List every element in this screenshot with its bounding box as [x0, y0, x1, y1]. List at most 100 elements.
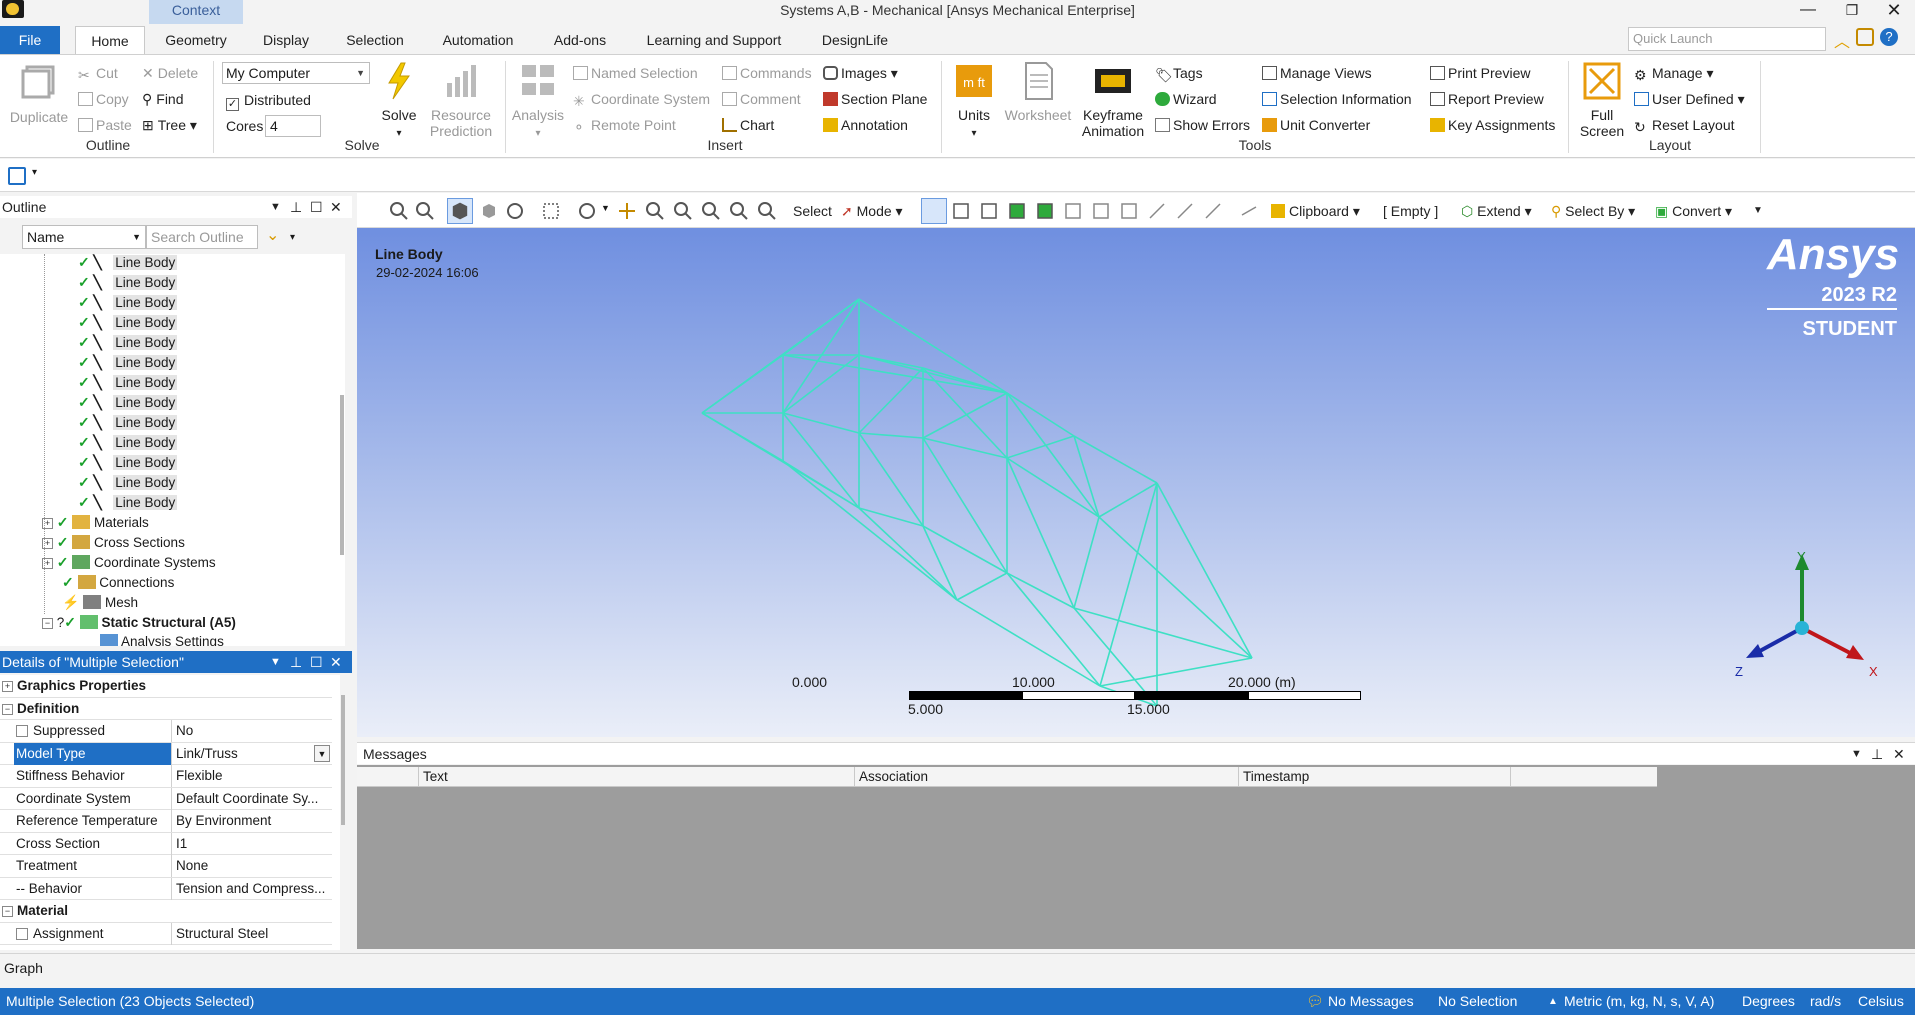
close-icon[interactable]: ✕ [1874, 0, 1914, 20]
select-edge-icon[interactable] [979, 201, 999, 221]
select-mesh-icon[interactable] [1147, 201, 1167, 221]
truss-member[interactable] [1156, 482, 1253, 659]
distributed-checkbox[interactable]: ✓ Distributed [226, 91, 311, 111]
tree-item-static-structural[interactable]: − ?✓ Static Structural (A5) [42, 612, 236, 632]
tree-item-line-body[interactable]: ✓ ╲ Line Body [78, 432, 178, 452]
select-element-face-icon[interactable] [1091, 201, 1111, 221]
collapse-icon[interactable]: − [2, 703, 13, 715]
tree-item-line-body[interactable]: ✓ ╲ Line Body [78, 392, 178, 412]
outline-scrollbar[interactable] [340, 395, 344, 555]
messages-status[interactable]: No Messages [1328, 988, 1414, 1015]
truss-member[interactable] [922, 392, 1008, 439]
collapse-ribbon-icon[interactable]: ︿ [1834, 28, 1850, 52]
details-row[interactable]: Assignment Structural Steel [0, 922, 332, 945]
tab-designlife[interactable]: DesignLife [812, 26, 898, 54]
restore-icon[interactable]: ❐ [1832, 0, 1872, 20]
filter-options-icon[interactable]: ▾ [290, 232, 295, 243]
tree-item-materials[interactable]: + ✓ Materials [42, 512, 149, 532]
tree-item-line-body[interactable]: ✓ ╲ Line Body [78, 292, 178, 312]
panel-menu-icon[interactable]: ▼ [270, 651, 281, 673]
tab-geometry[interactable]: Geometry [160, 26, 232, 54]
convert-button[interactable]: ▣ Convert ▾ [1655, 202, 1732, 220]
pin-icon[interactable]: ⊥ [290, 196, 302, 218]
user-defined-button[interactable]: User Defined ▾ [1634, 90, 1745, 108]
tree-item-line-body[interactable]: ✓ ╲ Line Body [78, 372, 178, 392]
chart-button[interactable]: Chart [722, 116, 774, 134]
truss-member[interactable] [782, 412, 860, 509]
cores-input[interactable]: 4 [265, 115, 321, 137]
details-row[interactable]: Reference Temperature By Environment [0, 810, 332, 833]
find-button[interactable]: ⚲ Find [142, 90, 184, 108]
details-category-row[interactable]: + Graphics Properties [0, 675, 332, 698]
truss-member[interactable] [1006, 572, 1075, 609]
details-value[interactable]: None [174, 855, 332, 877]
details-value[interactable]: Default Coordinate Sy... [174, 788, 332, 810]
tree-item-line-body[interactable]: ✓ ╲ Line Body [78, 352, 178, 372]
select-element-icon[interactable] [1119, 201, 1139, 221]
zoom-icon[interactable] [645, 201, 665, 221]
manage-button[interactable]: ⚙ Manage ▾ [1634, 64, 1714, 83]
coordinate-system-button[interactable]: ✳ Coordinate System [573, 90, 710, 109]
truss-member[interactable] [782, 412, 860, 434]
feedback-icon[interactable] [1856, 28, 1874, 46]
select-by-button[interactable]: ⚲ Select By ▾ [1551, 202, 1635, 220]
close-panel-icon[interactable]: ✕ [1893, 743, 1905, 765]
search-outline-input[interactable]: Search Outline [146, 225, 258, 249]
temperature-unit-status[interactable]: Celsius [1858, 988, 1904, 1015]
details-value[interactable]: Link/Truss ▼ [174, 743, 332, 765]
tab-display[interactable]: Display [256, 26, 316, 54]
details-row[interactable]: Stiffness Behavior Flexible [0, 765, 332, 788]
box-select-icon[interactable] [541, 201, 561, 221]
truss-member[interactable] [1073, 516, 1100, 609]
pin-icon[interactable]: ⊥ [1871, 743, 1883, 765]
details-row[interactable]: Model Type Link/Truss ▼ [0, 742, 332, 765]
select-node-icon[interactable] [1063, 201, 1083, 221]
tree-item-mesh[interactable]: ⚡ Mesh [62, 592, 138, 612]
tab-graph[interactable]: Graph [4, 960, 43, 976]
show-errors-button[interactable]: Show Errors [1155, 116, 1250, 134]
truss-member[interactable] [858, 367, 924, 434]
details-row[interactable]: Treatment None [0, 855, 332, 878]
units-button[interactable]: m ft Units ▾ [948, 61, 1000, 142]
truss-member[interactable] [922, 525, 1008, 574]
panel-menu-icon[interactable]: ▼ [1851, 743, 1862, 765]
clipboard-button[interactable]: Clipboard ▾ [1271, 202, 1360, 220]
truss-member[interactable] [782, 354, 860, 414]
collapse-icon[interactable]: − [42, 618, 53, 629]
mode-button[interactable]: ➚ Mode ▾ [841, 202, 903, 220]
zoom-in-icon[interactable] [415, 201, 435, 221]
select-misc-icon[interactable] [1175, 201, 1195, 221]
details-row[interactable]: Coordinate System Default Coordinate Sy..… [0, 787, 332, 810]
details-value[interactable]: Structural Steel [174, 923, 332, 945]
tab-file[interactable]: File [0, 26, 60, 54]
details-category-row[interactable]: − Definition [0, 698, 332, 720]
full-screen-button[interactable]: Full Screen [1574, 61, 1630, 139]
tree-item-connections[interactable]: ✓ Connections [62, 572, 174, 592]
truss-member[interactable] [782, 460, 860, 509]
wireframe-cube-icon[interactable] [479, 201, 499, 221]
expand-filter-icon[interactable]: ⌄ [266, 225, 279, 245]
truss-member[interactable] [858, 354, 924, 369]
chevron-down-icon[interactable]: ▼ [601, 203, 610, 213]
truss-member[interactable] [782, 298, 860, 414]
solve-button[interactable]: Solve ▾ [374, 61, 424, 142]
toolbar-overflow-icon[interactable]: ▼ [1753, 202, 1763, 220]
worksheet-button[interactable]: Worksheet [1002, 61, 1074, 123]
select-body-icon[interactable] [1035, 201, 1055, 221]
expand-icon[interactable]: + [2, 681, 13, 692]
select-vertex-icon[interactable] [951, 201, 971, 221]
duplicate-button[interactable]: Duplicate [6, 63, 72, 125]
tree-item-analysis-settings[interactable]: Analysis Settings [100, 632, 224, 646]
minimize-icon[interactable]: — [1788, 0, 1828, 20]
truss-member[interactable] [1006, 572, 1101, 687]
box-zoom-icon[interactable] [673, 201, 693, 221]
comment-button[interactable]: Comment [722, 90, 801, 108]
reset-layout-button[interactable]: ↻ Reset Layout [1634, 116, 1735, 135]
truss-member[interactable] [922, 437, 1008, 459]
details-value[interactable]: No [174, 720, 332, 742]
tree-item-line-body[interactable]: ✓ ╲ Line Body [78, 312, 178, 332]
column-header-text[interactable]: Text [421, 767, 855, 787]
customize-toolbar-icon[interactable]: ▾ [32, 167, 37, 178]
zoom-to-fit-icon[interactable] [701, 201, 721, 221]
tree-item-line-body[interactable]: ✓ ╲ Line Body [78, 332, 178, 352]
